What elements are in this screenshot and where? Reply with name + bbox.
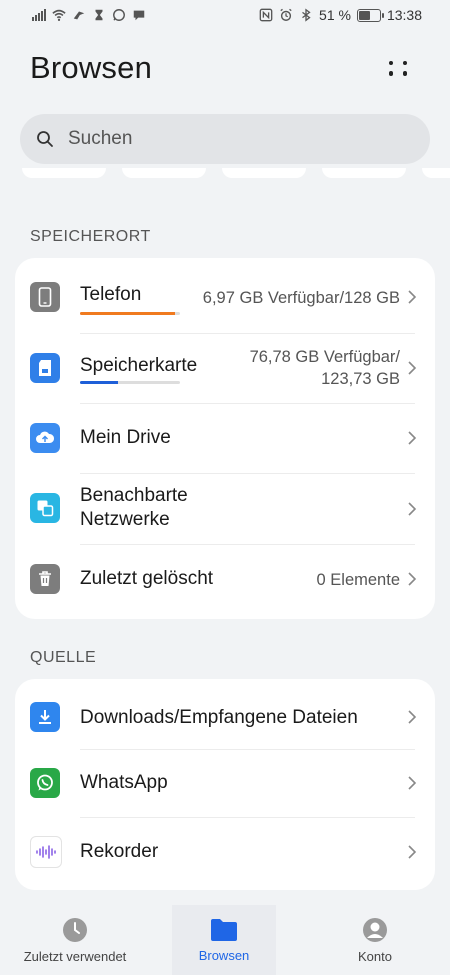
status-left-icons — [32, 8, 146, 22]
search-bar[interactable] — [20, 114, 430, 164]
storage-usage-bar — [80, 381, 180, 384]
download-icon — [30, 702, 60, 732]
more-dots-icon[interactable] — [380, 52, 416, 84]
signal-icon — [32, 9, 46, 21]
trash-icon — [30, 564, 60, 594]
sd-card-icon — [30, 353, 60, 383]
storage-item-name: Benachbarte Netzwerke — [80, 484, 188, 532]
storage-name-line: Netzwerke — [80, 509, 170, 530]
source-item-name: Rekorder — [80, 841, 159, 862]
storage-item-network[interactable]: Benachbarte Netzwerke — [15, 473, 435, 544]
quick-access-strip[interactable] — [0, 168, 450, 182]
source-item-name: WhatsApp — [80, 772, 168, 793]
section-label-source: QUELLE — [30, 649, 97, 666]
storage-item-sdcard[interactable]: Speicherkarte 76,78 GB Verfügbar/ 123,73… — [15, 333, 435, 403]
bottom-navigation: Zuletzt verwendet Browsen Konto — [0, 905, 450, 975]
nav-browse[interactable]: Browsen — [172, 905, 276, 975]
chevron-right-icon — [408, 431, 417, 445]
quick-chip[interactable] — [322, 168, 406, 178]
battery-icon — [356, 8, 384, 22]
alarm-icon — [280, 8, 292, 21]
storage-name-line: Benachbarte — [80, 485, 188, 506]
bluetooth-icon — [302, 8, 311, 22]
battery-percent: 51 % — [319, 7, 351, 23]
chevron-right-icon — [408, 290, 417, 304]
source-item-recorder[interactable]: Rekorder — [15, 817, 435, 890]
bird-icon — [73, 11, 85, 20]
clock-time: 13:38 — [386, 7, 422, 23]
folder-icon — [211, 919, 237, 941]
nav-account[interactable]: Konto — [300, 905, 450, 975]
nav-label: Browsen — [198, 948, 250, 963]
storage-usage-bar — [80, 312, 180, 315]
storage-card: Telefon 6,97 GB Verfügbar/128 GB Speiche… — [15, 258, 435, 619]
account-icon — [363, 918, 387, 942]
page-title: Browsen — [30, 50, 153, 85]
quick-chip[interactable] — [122, 168, 206, 178]
recorder-icon — [30, 836, 62, 868]
storage-item-detail: 76,78 GB Verfügbar/ 123,73 GB — [250, 346, 400, 390]
network-icon — [30, 493, 60, 523]
storage-detail-line: 76,78 GB Verfügbar/ — [249, 348, 400, 366]
storage-item-name: Telefon — [80, 284, 142, 305]
search-input[interactable] — [66, 127, 390, 151]
status-bar: 51 % 13:38 — [0, 0, 450, 34]
storage-item-drive[interactable]: Mein Drive — [15, 403, 435, 473]
whatsapp-icon — [30, 768, 60, 798]
nav-label: Konto — [358, 949, 392, 964]
source-item-whatsapp[interactable]: WhatsApp — [15, 749, 435, 817]
whatsapp-icon — [113, 9, 125, 21]
hourglass-icon — [95, 9, 103, 21]
chevron-right-icon — [408, 710, 417, 724]
source-card: Downloads/Empfangene Dateien WhatsApp Re… — [15, 679, 435, 890]
nav-label: Zuletzt verwendet — [23, 949, 127, 964]
chevron-right-icon — [408, 845, 417, 859]
storage-item-name: Zuletzt gelöscht — [80, 568, 214, 589]
nav-recent[interactable]: Zuletzt verwendet — [0, 905, 150, 975]
quick-chip[interactable] — [222, 168, 306, 178]
wifi-icon — [52, 9, 66, 21]
chevron-right-icon — [408, 776, 417, 790]
storage-item-trash[interactable]: Zuletzt gelöscht 0 Elemente — [15, 544, 435, 619]
chevron-right-icon — [408, 361, 417, 375]
storage-item-telefon[interactable]: Telefon 6,97 GB Verfügbar/128 GB — [15, 258, 435, 333]
search-icon — [37, 131, 53, 147]
status-right-icons: 51 % 13:38 — [259, 7, 422, 23]
storage-item-detail: 0 Elemente — [316, 571, 400, 589]
nfc-icon — [259, 8, 273, 22]
section-label-storage: SPEICHERORT — [30, 228, 151, 245]
chat-icon — [133, 10, 145, 21]
phone-icon — [30, 282, 60, 312]
source-item-name: Downloads/Empfangene Dateien — [80, 707, 358, 728]
clock-icon — [63, 918, 87, 942]
storage-item-name: Mein Drive — [80, 427, 171, 448]
storage-detail-line: 123,73 GB — [321, 370, 400, 388]
chevron-right-icon — [408, 502, 417, 516]
quick-chip[interactable] — [422, 168, 450, 178]
storage-item-name: Speicherkarte — [80, 355, 198, 376]
source-item-downloads[interactable]: Downloads/Empfangene Dateien — [15, 679, 435, 749]
storage-item-detail: 6,97 GB Verfügbar/128 GB — [202, 289, 400, 307]
chevron-right-icon — [408, 572, 417, 586]
quick-chip[interactable] — [22, 168, 106, 178]
cloud-drive-icon — [30, 423, 60, 453]
